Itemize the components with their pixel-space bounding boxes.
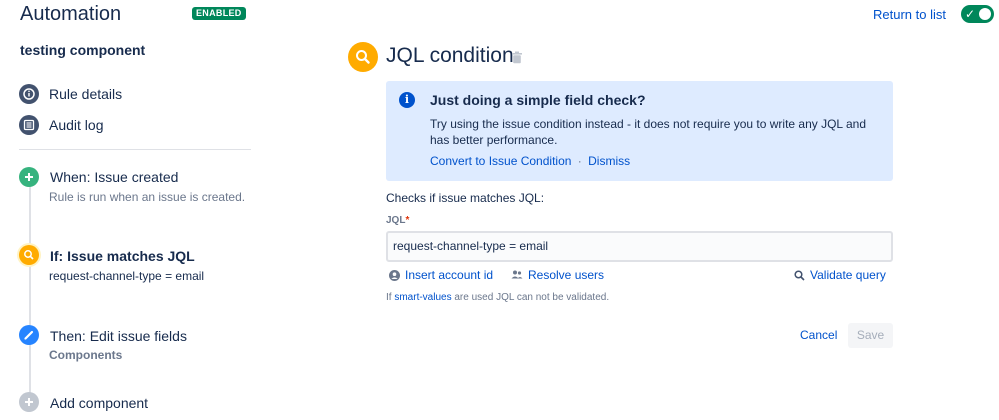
trash-icon[interactable] [511,51,523,69]
add-component-button[interactable]: Add component [19,392,259,414]
required-mark: * [405,215,410,226]
resolve-users-button[interactable]: Resolve users [511,268,604,282]
search-icon [794,269,805,281]
rule-enabled-toggle[interactable]: ✓ [961,5,994,23]
sidebar-divider [19,149,251,150]
pencil-icon [19,325,39,345]
step-when-issue-created[interactable]: When: Issue created Rule is run when an … [19,167,259,209]
sidebar-item-audit-log[interactable]: Audit log [19,115,103,135]
checks-label: Checks if issue matches JQL: [386,191,545,205]
info-icon: i [399,92,415,108]
step-subtitle: Components [49,348,123,362]
search-icon [348,42,378,72]
step-title: Then: Edit issue fields [50,328,187,344]
step-then-edit-issue-fields[interactable]: Then: Edit issue fields Components [19,325,259,367]
save-button[interactable]: Save [848,323,893,348]
check-icon: ✓ [965,7,976,21]
link-separator: · [577,154,582,168]
plus-icon [19,392,39,412]
list-icon [19,115,39,135]
user-icon [389,269,400,281]
step-subtitle: request-channel-type = email [49,269,205,283]
page-title: JQL condition [386,44,514,67]
jql-input[interactable]: request-channel-type = email [386,231,893,262]
plus-icon [19,167,39,187]
smart-values-hint: If smart-values are used JQL can not be … [386,292,609,303]
jql-field-label: JQL* [386,215,409,226]
step-title: If: Issue matches JQL [50,248,195,264]
return-to-list-link[interactable]: Return to list [873,7,946,22]
hint-suffix: are used JQL can not be validated. [451,292,610,303]
search-icon [19,245,39,265]
step-if-issue-matches-jql[interactable]: If: Issue matches JQL request-channel-ty… [19,245,259,287]
info-body: Try using the issue condition instead - … [430,117,867,147]
app-title: Automation [20,3,122,25]
sidebar-item-rule-details[interactable]: Rule details [19,84,122,104]
info-links: Convert to Issue Condition · Dismiss [430,154,630,168]
validate-query-button[interactable]: Validate query [794,268,886,282]
cancel-button[interactable]: Cancel [794,323,843,348]
people-icon [511,270,523,280]
info-icon [19,84,39,104]
insert-account-id-label: Insert account id [405,268,494,282]
step-title: When: Issue created [50,169,179,185]
convert-to-issue-condition-link[interactable]: Convert to Issue Condition [430,154,571,168]
resolve-users-label: Resolve users [528,268,605,282]
dismiss-link[interactable]: Dismiss [588,154,630,168]
sidebar-item-label: Rule details [49,86,123,102]
toggle-knob [979,8,991,20]
insert-account-id-button[interactable]: Insert account id [389,268,493,282]
jql-label-text: JQL [386,215,406,226]
sidebar-item-label: Audit log [49,117,104,133]
validate-query-label: Validate query [810,268,886,282]
status-badge: ENABLED [192,7,246,20]
info-title: Just doing a simple field check? [430,92,646,108]
step-subtitle: Rule is run when an issue is created. [49,190,246,204]
rule-name: testing component [20,42,146,58]
smart-values-link[interactable]: smart-values [394,292,451,303]
step-title: Add component [50,395,149,411]
